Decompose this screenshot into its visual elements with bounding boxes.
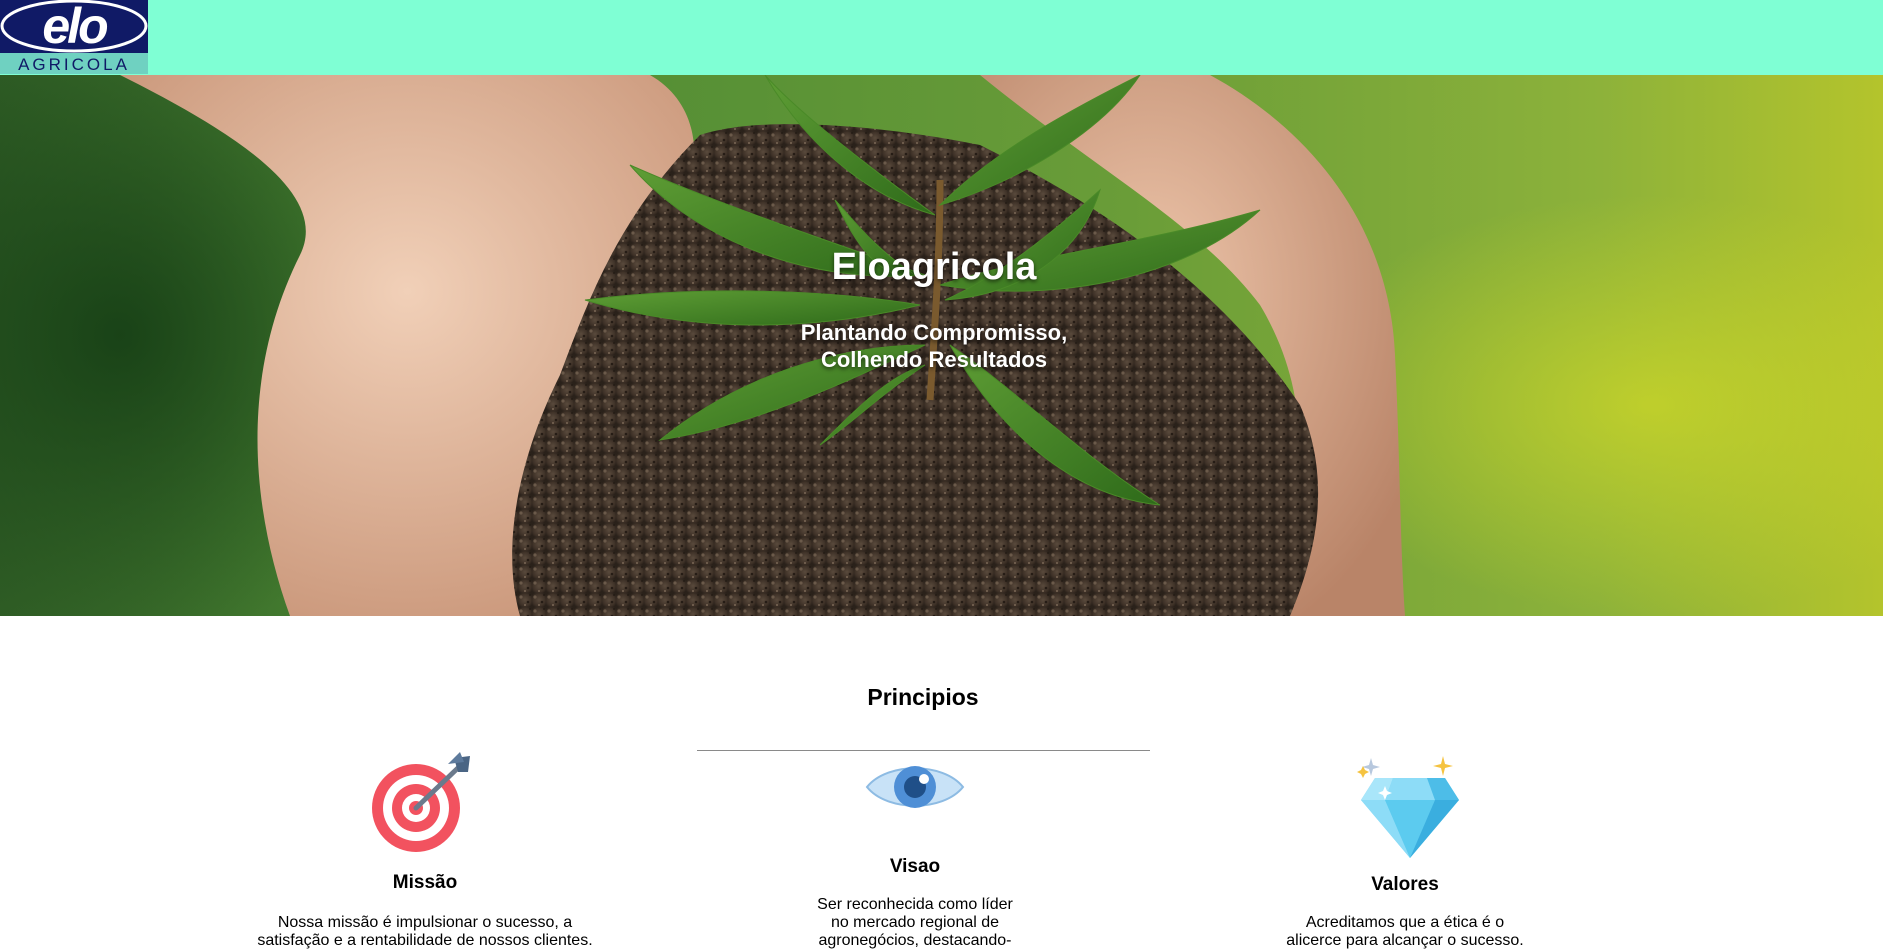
logo-wordmark: elo <box>42 0 107 54</box>
vision-title: Visao <box>889 856 941 877</box>
vision-text-line2: no mercado regional de <box>830 914 1000 931</box>
mission-title: Missão <box>392 872 458 893</box>
hero-subtitle-line1: Plantando Compromisso, <box>800 320 1068 345</box>
hero-subtitle-line2: Colhendo Resultados <box>820 347 1048 372</box>
values-text-line1: Acreditamos que a ética é o <box>1305 914 1505 931</box>
values-card: Valores Acreditamos que a ética é o alic… <box>1255 750 1555 950</box>
diamond-icon <box>1355 756 1465 865</box>
vision-text-line3: agronegócios, destacando- <box>818 932 1012 949</box>
hero-title: Eloagricola <box>831 246 1037 288</box>
hero-banner: Eloagricola Plantando Compromisso, Colhe… <box>0 75 1883 616</box>
logo-subtext: AGRICOLA <box>18 55 130 74</box>
vision-text-line1: Ser reconhecida como líder <box>817 896 1013 913</box>
eye-icon <box>865 760 965 819</box>
target-arrow-icon <box>370 752 476 861</box>
principles-heading: Principios <box>867 684 979 710</box>
mission-text-line1: Nossa missão é impulsionar o sucesso, a <box>277 914 573 931</box>
hero-subtitle: Plantando Compromisso, Colhendo Resultad… <box>0 319 1868 373</box>
mission-text-line2: satisfação e a rentabilidade de nossos c… <box>257 932 593 949</box>
logo[interactable]: elo AGRICOLA <box>0 0 148 74</box>
vision-card: Visao Ser reconhecida como líder no merc… <box>800 750 1030 950</box>
mission-card: Missão Nossa missão é impulsionar o suce… <box>250 750 600 950</box>
top-header: elo AGRICOLA <box>0 0 1883 75</box>
values-text-line2: alicerce para alcançar o sucesso. <box>1286 932 1524 949</box>
values-title: Valores <box>1371 874 1439 895</box>
